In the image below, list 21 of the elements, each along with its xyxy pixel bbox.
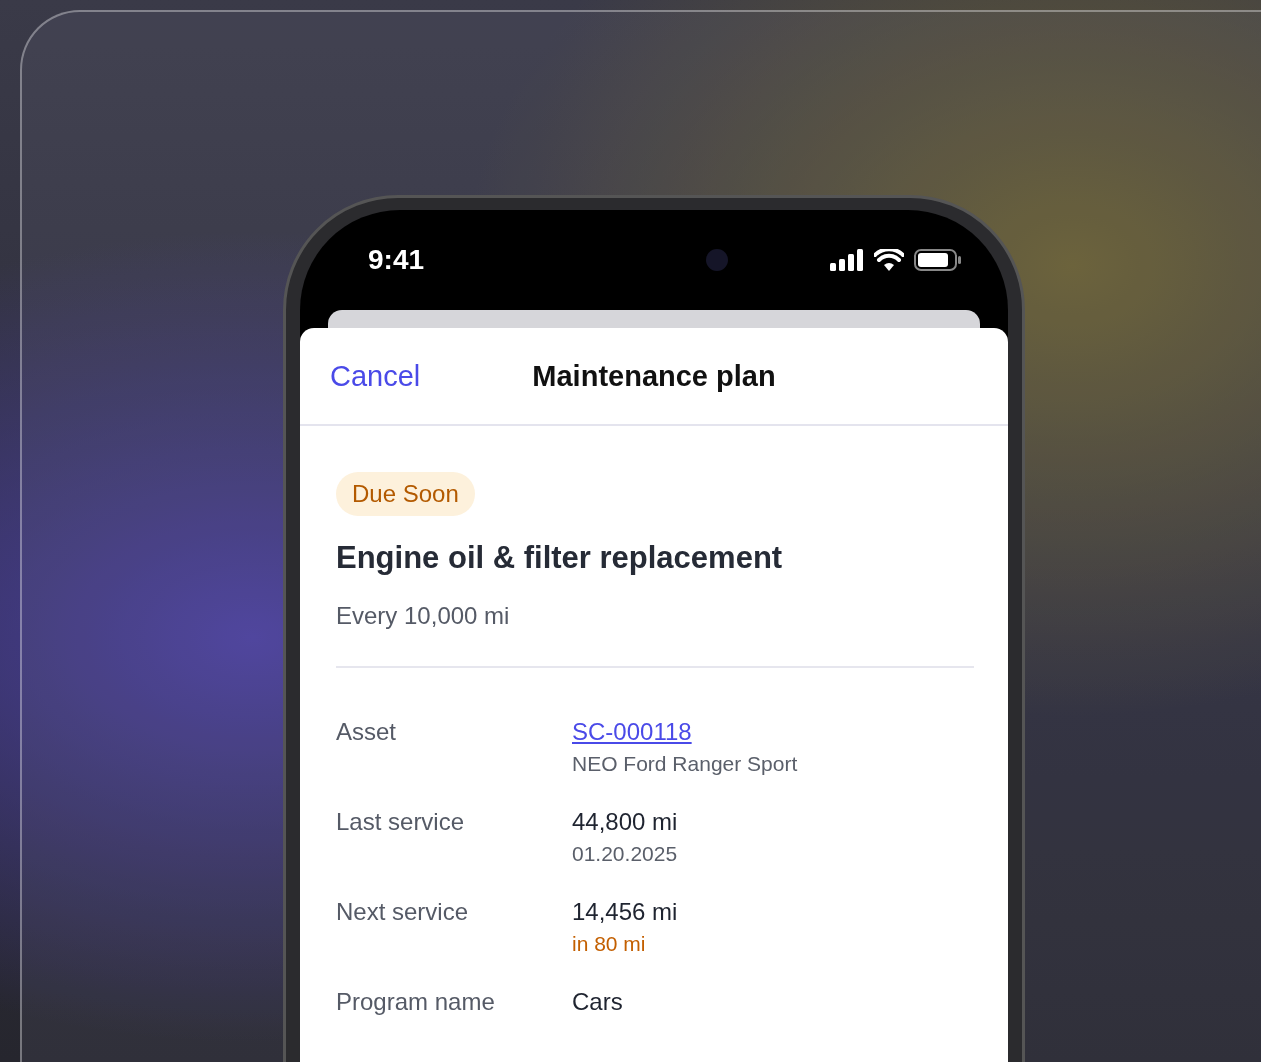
detail-value: Cars — [572, 988, 623, 1016]
status-badge: Due Soon — [336, 472, 475, 516]
status-time: 9:41 — [368, 244, 425, 276]
detail-value: 44,800 mi — [572, 808, 678, 836]
wifi-icon — [874, 249, 904, 271]
battery-icon — [914, 249, 962, 271]
detail-subtext: 01.20.2025 — [572, 842, 678, 866]
plan-interval: Every 10,000 mi — [336, 602, 510, 630]
detail-value: 14,456 mi — [572, 898, 678, 926]
detail-label: Last service — [336, 808, 466, 837]
camera-icon — [706, 249, 729, 271]
detail-label: Asset — [336, 718, 398, 747]
detail-subtext: in 80 mi — [572, 932, 647, 956]
detail-subtext: NEO Ford Ranger Sport — [572, 752, 798, 776]
plan-title: Engine oil & filter replacement — [336, 540, 783, 576]
cancel-link[interactable]: Cancel — [330, 359, 421, 393]
detail-label: Program name — [336, 988, 496, 1016]
signal-icon — [830, 249, 864, 271]
detail-label: Next service — [336, 898, 470, 927]
sheet-title: Maintenance plan — [532, 359, 776, 393]
asset-link[interactable]: SC-000118 — [572, 718, 798, 746]
